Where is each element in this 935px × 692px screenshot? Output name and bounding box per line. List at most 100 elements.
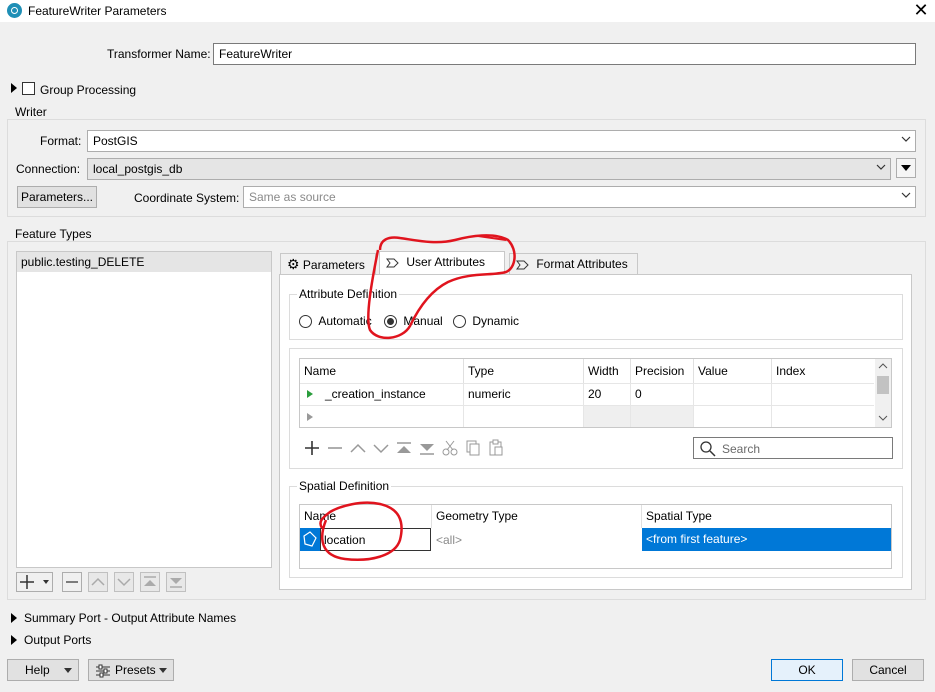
- group-processing-checkbox[interactable]: [22, 82, 35, 95]
- move-bottom-icon: [170, 578, 182, 588]
- tab-parameters-label: Parameters: [302, 258, 365, 272]
- move-down-button[interactable]: [114, 572, 134, 592]
- coordinate-system-value: Same as source: [249, 190, 336, 204]
- col-divider: [693, 383, 694, 427]
- ok-button[interactable]: OK: [771, 659, 843, 681]
- radio-dynamic-label: Dynamic: [472, 314, 520, 328]
- transformer-name-label: Transformer Name:: [107, 47, 211, 61]
- minus-icon: [66, 581, 78, 583]
- chevron-down-icon: [117, 578, 131, 587]
- move-top-icon[interactable]: [395, 439, 413, 460]
- attribute-definition-label: Attribute Definition: [297, 287, 400, 301]
- format-label: Format:: [40, 134, 82, 148]
- spatial-header-spatial-type[interactable]: Spatial Type: [642, 505, 891, 528]
- copy-icon[interactable]: [464, 439, 482, 460]
- attribute-search-input[interactable]: Search: [693, 437, 893, 459]
- chevron-down-icon: [876, 164, 886, 170]
- spatial-header-geometry-type[interactable]: Geometry Type: [432, 505, 642, 528]
- column-header-precision[interactable]: Precision: [631, 359, 694, 383]
- connection-value: local_postgis_db: [93, 162, 183, 176]
- move-up-icon[interactable]: [349, 439, 367, 460]
- spatial-header-name[interactable]: Name: [300, 505, 432, 528]
- table-scrollbar[interactable]: [875, 359, 891, 427]
- cell-name[interactable]: _creation_instance: [321, 387, 426, 401]
- triangle-down-icon: [64, 668, 72, 673]
- move-top-icon: [144, 576, 156, 586]
- tab-parameters[interactable]: ⚙ Parameters: [280, 253, 376, 275]
- feature-types-label: Feature Types: [15, 227, 92, 241]
- connection-select[interactable]: local_postgis_db: [87, 158, 891, 180]
- scrollbar-arrows-icon: [877, 363, 889, 421]
- group-processing-expander-icon[interactable]: [10, 82, 18, 97]
- column-header-value[interactable]: Value: [694, 359, 772, 383]
- chevron-up-icon: [91, 577, 105, 586]
- radio-dynamic[interactable]: Dynamic: [453, 314, 520, 329]
- presets-button-label: Presets: [115, 663, 156, 677]
- summary-port-label[interactable]: Summary Port - Output Attribute Names: [24, 611, 236, 625]
- help-button[interactable]: Help: [7, 659, 79, 681]
- cell-precision[interactable]: 0: [631, 387, 642, 401]
- radio-circle: [299, 315, 312, 329]
- output-ports-label[interactable]: Output Ports: [24, 633, 91, 647]
- cancel-button[interactable]: Cancel: [852, 659, 924, 681]
- geometry-row-icon: [300, 528, 320, 551]
- cell-width[interactable]: 20: [584, 387, 601, 401]
- tab-user-attributes[interactable]: User Attributes: [379, 251, 505, 275]
- connection-menu-button[interactable]: [896, 158, 916, 178]
- radio-automatic-label: Automatic: [318, 314, 372, 328]
- radio-circle: [453, 315, 466, 329]
- col-divider: [463, 383, 464, 427]
- spatial-name-input[interactable]: location: [320, 528, 431, 551]
- spatial-geometry-type-cell[interactable]: <all>: [432, 533, 462, 547]
- cut-icon[interactable]: [441, 439, 459, 460]
- format-select[interactable]: PostGIS: [87, 130, 916, 152]
- search-placeholder: Search: [722, 442, 761, 456]
- radio-manual-label: Manual: [403, 314, 443, 328]
- radio-circle: [384, 315, 397, 329]
- move-bottom-button[interactable]: [166, 572, 186, 592]
- spatial-type-cell[interactable]: <from first feature>: [642, 528, 891, 551]
- cell-type[interactable]: numeric: [464, 387, 511, 401]
- radio-manual[interactable]: Manual: [384, 314, 443, 329]
- add-feature-type-button[interactable]: [16, 572, 53, 592]
- move-bottom-icon[interactable]: [418, 439, 436, 460]
- feature-types-list[interactable]: public.testing_DELETE: [16, 251, 272, 568]
- coordinate-system-select[interactable]: Same as source: [243, 186, 916, 208]
- remove-feature-type-button[interactable]: [62, 572, 82, 592]
- connection-label: Connection:: [16, 162, 81, 176]
- tab-format-attributes[interactable]: Format Attributes: [509, 253, 638, 275]
- close-icon[interactable]: ✕: [910, 0, 932, 21]
- move-top-button[interactable]: [140, 572, 160, 592]
- output-ports-expander-icon[interactable]: [10, 634, 18, 649]
- spatial-definition-label: Spatial Definition: [297, 479, 392, 493]
- plus-icon: [20, 575, 49, 589]
- remove-attribute-icon[interactable]: [326, 439, 344, 460]
- tag-icon: [386, 258, 399, 268]
- column-header-type[interactable]: Type: [464, 359, 584, 383]
- add-attribute-icon[interactable]: [303, 439, 321, 460]
- presets-button[interactable]: Presets: [88, 659, 174, 681]
- search-icon: [700, 441, 716, 457]
- feature-type-item[interactable]: public.testing_DELETE: [17, 252, 271, 272]
- transformer-name-input[interactable]: FeatureWriter: [213, 43, 916, 65]
- tab-format-attributes-label: Format Attributes: [536, 257, 628, 271]
- parameters-button[interactable]: Parameters...: [17, 186, 97, 208]
- sliders-icon: [96, 664, 110, 678]
- row-arrow-icon: [306, 411, 314, 425]
- col-divider: [583, 383, 584, 427]
- paste-icon[interactable]: [487, 439, 505, 460]
- radio-automatic[interactable]: Automatic: [299, 314, 372, 329]
- summary-port-expander-icon[interactable]: [10, 612, 18, 627]
- column-header-name[interactable]: Name: [300, 359, 464, 383]
- move-up-button[interactable]: [88, 572, 108, 592]
- app-icon: [7, 3, 22, 18]
- move-down-icon[interactable]: [372, 439, 390, 460]
- cell-readonly-shade: [584, 406, 694, 427]
- feature-type-item-label: public.testing_DELETE: [21, 255, 145, 269]
- column-header-index[interactable]: Index: [772, 359, 874, 383]
- chevron-down-icon: [901, 136, 911, 142]
- column-header-width[interactable]: Width: [584, 359, 631, 383]
- row-arrow-icon: [306, 388, 314, 402]
- table-row-new[interactable]: [300, 405, 874, 427]
- triangle-down-icon: [901, 165, 911, 171]
